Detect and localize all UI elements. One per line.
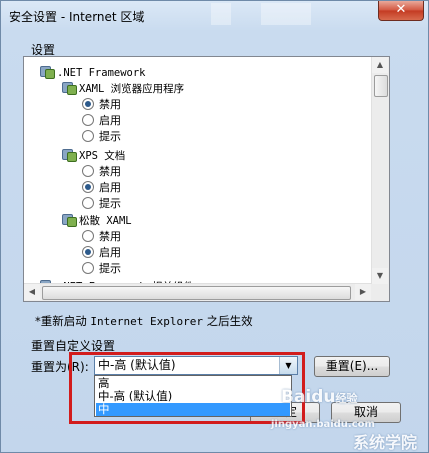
restart-note: *重新启动 Internet Explorer 之后生效 [35,313,253,329]
restart-note-app: Internet Explorer [90,315,203,328]
settings-category[interactable]: XAML 浏览器应用程序 [62,81,184,97]
close-button[interactable]: ✕ [378,1,424,21]
radio-button[interactable] [82,114,94,126]
settings-item-label: XAML 浏览器应用程序 [79,83,185,95]
settings-option[interactable]: 启用 [82,245,121,261]
radio-button[interactable] [82,262,94,274]
settings-option[interactable]: 禁用 [82,229,121,245]
settings-item-label: 启用 [99,114,121,127]
annotation-highlight-box [69,352,305,424]
settings-gear-icon [62,148,77,162]
settings-option[interactable]: 提示 [82,129,121,145]
restart-note-suffix: 之后生效 [203,314,253,328]
settings-option[interactable]: 提示 [82,196,121,212]
settings-gear-icon [62,81,77,95]
settings-option[interactable]: 启用 [82,180,121,196]
watermark-brand-text: Baidu [281,387,336,407]
security-settings-dialog: 安全设置 - Internet 区域 ✕ 设置 .NET Framework XA… [0,0,429,453]
settings-option[interactable]: 禁用 [82,97,121,113]
settings-category[interactable]: XPS 文档 [62,148,125,164]
window-title: 安全设置 - Internet 区域 [9,10,145,24]
settings-item-label: 禁用 [99,230,121,243]
settings-category[interactable]: 松散 XAML [62,213,132,229]
settings-item-label: 提示 [99,197,121,210]
vertical-scroll-thumb[interactable] [374,75,388,97]
radio-button[interactable] [82,230,94,242]
settings-item-label: .NET Framework [57,67,146,79]
radio-button[interactable] [82,181,94,193]
radio-button[interactable] [82,246,94,258]
vertical-scrollbar[interactable]: ▲ ▼ [371,57,389,284]
settings-option[interactable]: 禁用 [82,164,121,180]
scroll-right-icon[interactable]: ▶ [355,284,371,300]
settings-category[interactable]: .NET Framework [40,65,146,81]
scroll-left-icon[interactable]: ◀ [24,284,40,300]
radio-button[interactable] [82,197,94,209]
radio-button[interactable] [82,98,94,110]
watermark-corner-text: 系统学院 [353,433,418,452]
settings-item-label: 松散 XAML [79,215,132,227]
settings-item-label: 启用 [99,246,121,259]
settings-item-label: 提示 [99,130,121,143]
settings-item-label: 提示 [99,262,121,275]
settings-item-label: 禁用 [99,165,121,178]
horizontal-scroll-thumb[interactable] [42,286,351,300]
watermark-brand: Baidu经验 [281,387,358,407]
horizontal-scrollbar[interactable]: ◀ ▶ [24,283,372,301]
scroll-up-icon[interactable]: ▲ [372,57,388,73]
settings-gear-icon [40,65,55,79]
settings-item-label: 禁用 [99,98,121,111]
settings-gear-icon [62,213,77,227]
watermark-brand-sub: 经验 [335,392,358,405]
scroll-down-icon[interactable]: ▼ [372,268,388,284]
title-bar[interactable]: 安全设置 - Internet 区域 ✕ [1,1,428,31]
restart-note-prefix: *重新启动 [35,314,91,328]
title-bar-glare [211,3,371,25]
settings-option[interactable]: 提示 [82,261,121,277]
settings-item-label: 启用 [99,181,121,194]
radio-button[interactable] [82,130,94,142]
settings-item-label: XPS 文档 [79,150,126,162]
scrollbar-corner [372,284,389,301]
settings-listbox[interactable]: .NET Framework XAML 浏览器应用程序 禁用 启用 提示 XPS 文档 禁用… [23,56,390,302]
reset-button[interactable]: 重置(E)... [314,356,390,377]
radio-button[interactable] [82,165,94,177]
settings-option[interactable]: 启用 [82,113,121,129]
